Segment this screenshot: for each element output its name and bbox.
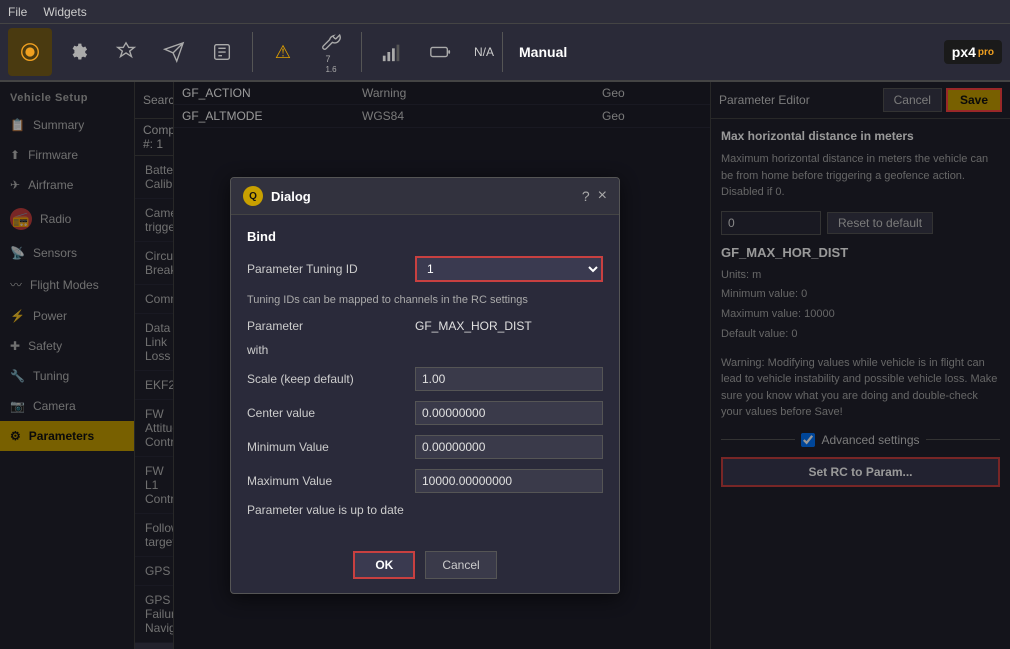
dialog-cancel-button[interactable]: Cancel	[425, 551, 496, 579]
min-label: Minimum Value	[247, 440, 407, 454]
dialog-close-button[interactable]: ×	[598, 187, 607, 205]
max-input[interactable]	[415, 469, 603, 493]
flight-mode: Manual	[519, 44, 567, 60]
dialog-body: Bind Parameter Tuning ID 1 2 3 Tuning ID…	[231, 215, 619, 541]
dialog-overlay: Q Dialog ? × Bind Parameter Tuning ID 1 …	[0, 82, 1010, 649]
center-label: Center value	[247, 406, 407, 420]
tools-icon[interactable]: 71.6	[309, 28, 353, 76]
dialog-footer: OK Cancel	[231, 541, 619, 593]
dialog-title-text: Dialog	[271, 189, 311, 204]
toolbar-right: px4 pro	[944, 40, 1002, 64]
dialog-parameter-row: Parameter GF_MAX_HOR_DIST	[247, 319, 603, 333]
dialog-titlebar-right: ? ×	[582, 187, 607, 205]
dialog-ok-button[interactable]: OK	[353, 551, 415, 579]
toolbar: ⚠ 71.6 N/A Manual px4 pro	[0, 24, 1010, 82]
plan-icon[interactable]	[200, 28, 244, 76]
menu-bar: File Widgets	[0, 0, 1010, 24]
dialog-max-row: Maximum Value	[247, 469, 603, 493]
dialog: Q Dialog ? × Bind Parameter Tuning ID 1 …	[230, 177, 620, 594]
dialog-tuning-id-row: Parameter Tuning ID 1 2 3	[247, 256, 603, 282]
dialog-scale-row: Scale (keep default)	[247, 367, 603, 391]
dialog-min-row: Minimum Value	[247, 435, 603, 459]
dialog-status: Parameter value is up to date	[247, 503, 603, 517]
battery-status: N/A	[474, 45, 494, 59]
dialog-title-left: Q Dialog	[243, 186, 311, 206]
dialog-with-row: with	[247, 343, 603, 357]
dialog-info-text: Tuning IDs can be mapped to channels in …	[247, 292, 603, 309]
dialog-titlebar: Q Dialog ? ×	[231, 178, 619, 215]
min-input[interactable]	[415, 435, 603, 459]
dialog-center-row: Center value	[247, 401, 603, 425]
main-layout: Vehicle Setup 📋 Summary ⬆ Firmware ✈ Air…	[0, 82, 1010, 649]
divider-1	[252, 32, 253, 72]
file-menu[interactable]: File	[8, 5, 27, 19]
scale-input[interactable]	[415, 367, 603, 391]
px4-logo: px4 pro	[944, 40, 1002, 64]
dialog-help-button[interactable]: ?	[582, 188, 590, 204]
tuning-id-label: Parameter Tuning ID	[247, 262, 407, 276]
with-label: with	[247, 343, 407, 357]
settings-icon[interactable]	[56, 28, 100, 76]
signal-icon	[370, 28, 414, 76]
divider-2	[361, 32, 362, 72]
dialog-section-title: Bind	[247, 229, 603, 244]
battery-icon	[418, 28, 462, 76]
waypoints-icon[interactable]	[104, 28, 148, 76]
parameter-label: Parameter	[247, 319, 407, 333]
send-icon[interactable]	[152, 28, 196, 76]
widgets-menu[interactable]: Widgets	[43, 5, 86, 19]
vehicle-icon[interactable]	[8, 28, 52, 76]
tuning-id-select[interactable]: 1 2 3	[415, 256, 603, 282]
scale-label: Scale (keep default)	[247, 372, 407, 386]
parameter-value: GF_MAX_HOR_DIST	[415, 319, 532, 333]
max-label: Maximum Value	[247, 474, 407, 488]
dialog-logo: Q	[243, 186, 263, 206]
warning-icon[interactable]: ⚠	[261, 28, 305, 76]
center-input[interactable]	[415, 401, 603, 425]
divider-3	[502, 32, 503, 72]
